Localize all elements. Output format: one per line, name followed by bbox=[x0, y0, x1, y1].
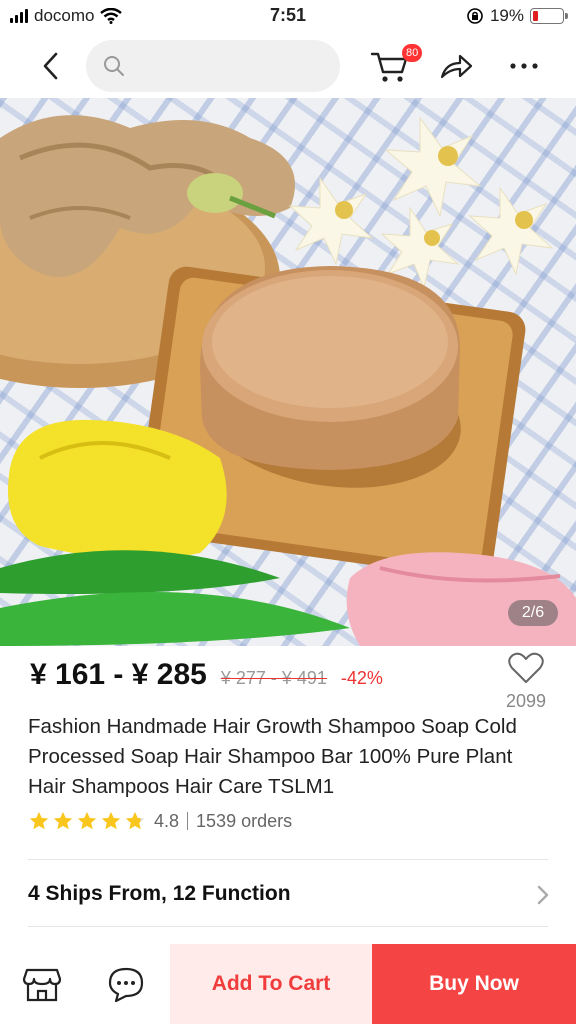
rating-stars bbox=[28, 810, 146, 832]
search-input[interactable] bbox=[134, 50, 324, 82]
star-icon bbox=[53, 811, 73, 830]
original-price: ¥ 277 - ¥ 491 bbox=[220, 668, 327, 688]
chevron-right-icon bbox=[537, 885, 549, 905]
search-box[interactable] bbox=[86, 40, 340, 92]
star-icon bbox=[77, 811, 97, 830]
search-icon bbox=[104, 56, 124, 76]
divider bbox=[28, 926, 548, 927]
price-range: ¥ 161 - ¥ 285 bbox=[30, 658, 207, 691]
divider bbox=[28, 859, 548, 860]
ships-from-label: 4 Ships From, 12 Function bbox=[28, 882, 291, 905]
chat-icon[interactable] bbox=[106, 964, 146, 1004]
wishlist-count: 2099 bbox=[505, 691, 547, 711]
rating-row[interactable]: 4.8 1539 orders bbox=[28, 810, 292, 832]
star-icon bbox=[101, 811, 121, 830]
orientation-lock-icon bbox=[467, 8, 483, 24]
product-title: Fashion Handmade Hair Growth Shampoo Soa… bbox=[28, 715, 517, 798]
back-arrow-icon[interactable] bbox=[34, 48, 70, 84]
discount-badge: -42% bbox=[340, 668, 383, 688]
star-icon bbox=[125, 811, 145, 830]
nav-bar: 80 bbox=[0, 34, 576, 98]
more-icon[interactable] bbox=[506, 52, 542, 80]
status-right: 19% bbox=[466, 6, 568, 26]
bottom-action-bar: Add To Cart Buy Now bbox=[0, 944, 576, 1024]
price-row: ¥ 161 - ¥ 285 ¥ 277 - ¥ 491 -42% bbox=[30, 658, 383, 692]
product-photo bbox=[0, 115, 576, 646]
star-icon bbox=[29, 811, 49, 830]
buy-now-button[interactable]: Buy Now bbox=[372, 944, 576, 1024]
image-page-indicator: 2/6 bbox=[508, 600, 558, 626]
orders-count: 1539 orders bbox=[196, 810, 293, 831]
rating-divider bbox=[187, 812, 189, 830]
battery-icon bbox=[530, 8, 568, 24]
ships-from-row[interactable]: 4 Ships From, 12 Function bbox=[28, 866, 552, 924]
rating-value: 4.8 bbox=[154, 810, 180, 831]
battery-percent: 19% bbox=[489, 6, 524, 25]
product-image[interactable]: 2/6 bbox=[0, 98, 576, 646]
heart-icon[interactable] bbox=[508, 652, 544, 684]
cart-badge: 80 bbox=[402, 44, 423, 62]
wishlist-button[interactable]: 2099 bbox=[502, 652, 550, 712]
add-to-cart-button[interactable]: Add To Cart bbox=[170, 944, 372, 1024]
store-icon[interactable] bbox=[22, 964, 62, 1004]
share-icon[interactable] bbox=[438, 49, 474, 83]
status-bar: docomo 7:51 19% bbox=[0, 0, 576, 34]
